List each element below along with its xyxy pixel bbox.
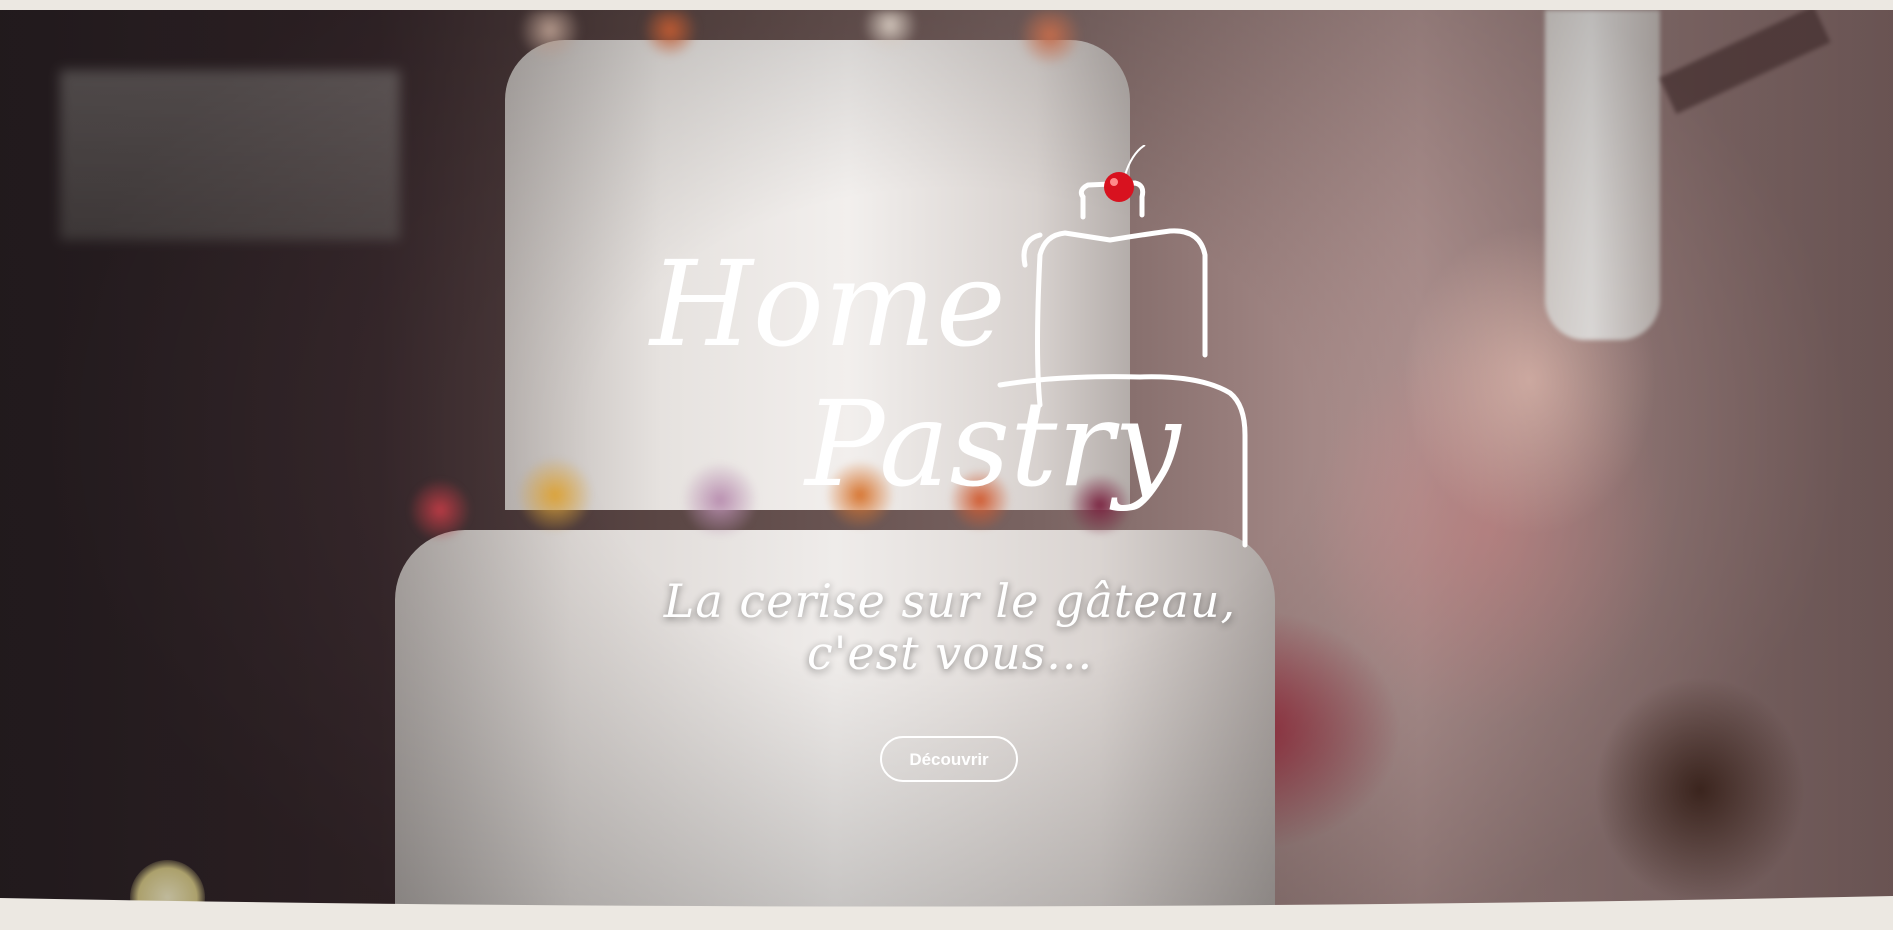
hero-section: Home Pastry La cerise sur le gâteau, c'e… <box>0 10 1893 915</box>
logo-home-text: Home <box>648 235 1006 373</box>
logo-pastry-text: Pastry <box>803 375 1182 513</box>
bottom-wave-divider <box>0 896 1893 930</box>
tagline: La cerise sur le gâteau, c'est vous... <box>620 575 1280 679</box>
tagline-line-1: La cerise sur le gâteau, <box>663 574 1237 628</box>
discover-button[interactable]: Découvrir <box>880 736 1018 782</box>
cherry-icon <box>1104 145 1146 202</box>
tagline-line-2: c'est vous... <box>806 626 1094 680</box>
home-pastry-logo[interactable]: Home Pastry <box>640 145 1260 555</box>
